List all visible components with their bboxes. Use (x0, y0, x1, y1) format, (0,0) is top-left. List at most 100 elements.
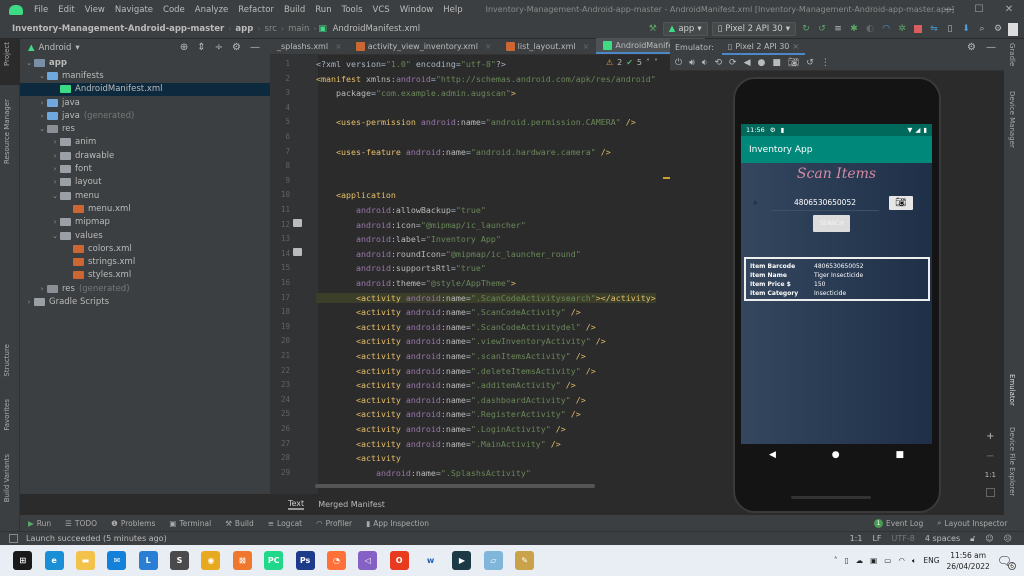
tool-window-terminal[interactable]: ▣ Terminal (169, 519, 211, 528)
build-variants-tool-tab[interactable]: Build Variants (3, 454, 11, 502)
chevron-down-icon[interactable]: ⌄ (37, 125, 47, 133)
indent-setting[interactable]: 4 spaces (925, 534, 960, 543)
onedrive-cloud-icon[interactable]: ☁ (856, 556, 864, 565)
snapshot-icon[interactable]: ↺ (806, 58, 814, 68)
screenshot-camera-icon[interactable]: 📷︎ (788, 58, 799, 68)
visual-studio-icon[interactable]: ◁ (358, 551, 378, 570)
chrome-icon[interactable]: ◉ (201, 551, 221, 570)
barcode-input[interactable]: 4806530650052 (771, 198, 879, 211)
debug-icon[interactable]: ✱ (848, 23, 860, 35)
home-icon[interactable]: ● (757, 58, 765, 68)
previous-highlight-icon[interactable]: ˄ (646, 58, 650, 67)
device-dropdown[interactable]: ▯ Pixel 2 API 30 ▾ (711, 22, 796, 36)
hide-emulator-icon[interactable]: — (986, 42, 996, 53)
feedback-sad-icon[interactable]: ☹ (1004, 534, 1012, 543)
menu-navigate[interactable]: Navigate (110, 5, 158, 15)
structure-tool-tab[interactable]: Structure (3, 344, 11, 377)
resource-manager-tool-tab[interactable]: Resource Manager (3, 99, 11, 164)
line-separator[interactable]: LF (872, 534, 881, 543)
hide-panel-icon[interactable]: — (250, 42, 260, 53)
pycharm-icon[interactable]: PC (264, 551, 284, 570)
menu-run[interactable]: Run (310, 5, 336, 15)
account-icon[interactable] (1008, 22, 1018, 36)
gradle-tool-tab[interactable]: Gradle (1008, 43, 1016, 66)
maximize-button[interactable]: ☐ (964, 0, 994, 19)
close-tab-icon[interactable]: × (792, 42, 799, 51)
toggle-tool-windows-icon[interactable] (9, 534, 18, 543)
tree-item[interactable]: ⌄ res (20, 122, 270, 135)
layout-inspector-tab[interactable]: ⌕ Layout Inspector (937, 518, 1007, 528)
zoom-out-button[interactable]: − (986, 451, 994, 462)
tree-item[interactable]: AndroidManifest.xml (20, 82, 270, 96)
emulator-tool-tab[interactable]: Emulator (1008, 374, 1016, 406)
locate-file-icon[interactable]: ⊕ (180, 42, 188, 53)
tree-item[interactable]: styles.xml (20, 269, 270, 282)
sdk-manager-icon[interactable]: ⬇ (960, 23, 972, 35)
panel-settings-gear-icon[interactable]: ⚙ (232, 42, 241, 53)
sublime-text-icon[interactable]: S (170, 551, 190, 570)
volume-icon[interactable]: 🔈︎ (912, 556, 917, 566)
expand-all-icon[interactable]: ⇕ (197, 42, 205, 53)
close-button[interactable]: ✕ (994, 0, 1024, 19)
tree-item[interactable]: › java (20, 96, 270, 109)
menu-window[interactable]: Window (395, 5, 439, 15)
emulator-device-tab[interactable]: ▯ Pixel 2 API 30 × (721, 39, 806, 55)
mail-icon[interactable]: ✉ (107, 551, 127, 570)
sync-gradle-icon[interactable]: ⇋ (928, 23, 940, 35)
meet-icon[interactable]: ▯ (844, 556, 848, 565)
tree-item[interactable]: › Gradle Scripts (20, 295, 270, 308)
chevron-right-icon[interactable]: › (24, 298, 34, 306)
close-tab-icon[interactable]: × (583, 42, 590, 51)
nav-back-button[interactable]: ◀ (769, 450, 776, 460)
chevron-right-icon[interactable]: › (37, 285, 47, 293)
tool-window-app-inspection[interactable]: ▮ App Inspection (366, 519, 429, 528)
breadcrumb-src[interactable]: src (261, 24, 281, 34)
menu-refactor[interactable]: Refactor (233, 5, 279, 15)
read-only-lock-icon[interactable]: 🔓︎ (970, 534, 975, 544)
stop-icon[interactable] (912, 23, 924, 35)
fit-screen-icon[interactable] (985, 488, 995, 497)
chevron-down-icon[interactable]: ⌄ (50, 192, 60, 200)
camera-scan-button[interactable]: 📷︎ (889, 196, 913, 210)
favorites-tool-tab[interactable]: Favorites (3, 399, 11, 431)
tool-window-build[interactable]: ⚒ Build (225, 519, 254, 528)
language-indicator[interactable]: ENG (923, 556, 939, 565)
tree-item[interactable]: › font (20, 162, 270, 175)
event-log-tab[interactable]: 1 Event Log (874, 518, 923, 528)
clock[interactable]: 11:56 am 26/04/2022 (947, 550, 990, 572)
profile-icon[interactable]: ◠ (880, 23, 892, 35)
file-explorer-icon[interactable]: ▬ (75, 551, 95, 570)
chevron-right-icon[interactable]: › (50, 178, 60, 186)
windows-start-icon[interactable]: ⊞ (13, 551, 33, 570)
edge-icon[interactable]: e (44, 551, 64, 570)
nav-recents-button[interactable]: ■ (896, 450, 905, 460)
zoom-in-button[interactable]: + (986, 431, 994, 442)
office-icon[interactable]: O (389, 551, 409, 570)
manifest-view-tab[interactable]: Merged Manifest (318, 500, 385, 509)
editor-tab[interactable]: _splashs.xml × (270, 38, 349, 54)
tree-item[interactable]: › anim (20, 136, 270, 149)
menu-analyze[interactable]: Analyze (190, 5, 234, 15)
word-app-icon[interactable]: w (421, 551, 441, 570)
tree-item[interactable]: › mipmap (20, 216, 270, 229)
breadcrumb-project[interactable]: Inventory-Management-Android-app-master (0, 24, 228, 34)
search-icon[interactable]: ⌕ (976, 23, 988, 35)
tool-window-logcat[interactable]: ≡ Logcat (268, 519, 302, 528)
tree-item[interactable]: › java (generated) (20, 109, 270, 122)
photoshop-icon[interactable]: Ps (295, 551, 315, 570)
nav-home-button[interactable]: ● (832, 450, 840, 460)
tree-item[interactable]: › drawable (20, 149, 270, 162)
search-button[interactable]: SEARCH (813, 215, 850, 232)
xampp-icon[interactable]: ⊠ (232, 551, 252, 570)
emulator-settings-gear-icon[interactable]: ⚙ (967, 42, 976, 53)
tree-item[interactable]: strings.xml (20, 255, 270, 268)
chevron-right-icon[interactable]: › (50, 218, 60, 226)
chevron-right-icon[interactable]: › (37, 99, 47, 107)
menu-build[interactable]: Build (279, 5, 310, 15)
wifi-icon[interactable]: ◠ (898, 556, 905, 565)
breadcrumb-file[interactable]: AndroidManifest.xml (329, 24, 425, 34)
battery-icon[interactable]: ▭ (884, 556, 891, 565)
terminal-app-icon[interactable]: ▶ (452, 551, 472, 570)
chevron-down-icon[interactable]: ⌄ (50, 232, 60, 240)
inspection-widget[interactable]: ⚠ 2 ✔ 5 ˄ ˅ (606, 58, 658, 67)
